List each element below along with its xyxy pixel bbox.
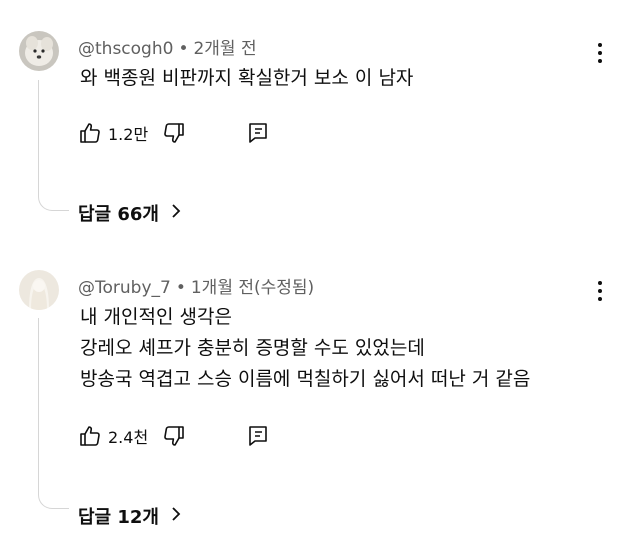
comment-text: 내 개인적인 생각은 강레오 셰프가 충분히 증명할 수도 있었는데 방송국 역… (80, 302, 530, 395)
thumbs-down-icon[interactable] (162, 121, 186, 145)
view-replies-button[interactable]: 답글 66개 (78, 200, 181, 226)
comment-line: 와 백종원 비판까지 확실한거 보소 이 남자 (80, 67, 414, 89)
comment-time[interactable]: 2개월 전 (193, 39, 256, 59)
thumbs-down-icon[interactable] (162, 424, 186, 448)
more-vertical-icon[interactable] (590, 38, 610, 68)
like-count: 1.2만 (108, 125, 149, 144)
comment-actions: 2.4천 (78, 421, 270, 451)
comment-thread: @thscogh0 • 2개월 전 와 백종원 비판까지 확실한거 보소 이 남자 … (0, 0, 640, 258)
thread-line (38, 318, 69, 509)
like-count: 2.4천 (108, 428, 149, 447)
reply-comment-icon[interactable] (246, 121, 270, 145)
comment-time[interactable]: 1개월 전(수정됨) (191, 278, 314, 298)
comment-actions: 1.2만 (78, 118, 270, 148)
thumbs-up-icon[interactable] (78, 424, 102, 448)
thread-line (38, 80, 69, 211)
replies-count: 답글 12개 (78, 507, 159, 528)
reply-comment-icon[interactable] (246, 424, 270, 448)
avatar[interactable] (19, 270, 59, 310)
meta-separator: • (178, 39, 189, 59)
replies-count: 답글 66개 (78, 204, 159, 225)
comment-meta: @thscogh0 • 2개월 전 (78, 34, 257, 59)
thumbs-up-icon[interactable] (78, 121, 102, 145)
meta-separator: • (175, 278, 186, 298)
comment-line: 방송국 역겹고 스승 이름에 먹칠하기 싫어서 떠난 거 같음 (80, 368, 531, 390)
view-replies-button[interactable]: 답글 12개 (78, 503, 181, 529)
comment-line: 강레오 셰프가 충분히 증명할 수도 있었는데 (80, 337, 425, 359)
author-name[interactable]: @thscogh0 (78, 39, 173, 59)
author-name[interactable]: @Toruby_7 (78, 278, 171, 298)
chevron-right-icon (171, 506, 181, 527)
more-vertical-icon[interactable] (590, 276, 610, 306)
comment-thread: @Toruby_7 • 1개월 전(수정됨) 내 개인적인 생각은 강레오 셰프가 … (0, 258, 640, 538)
comment-meta: @Toruby_7 • 1개월 전(수정됨) (78, 273, 314, 298)
chevron-right-icon (171, 203, 181, 224)
comment-line: 내 개인적인 생각은 (80, 306, 232, 328)
avatar[interactable] (19, 31, 59, 71)
comment-text: 와 백종원 비판까지 확실한거 보소 이 남자 (80, 63, 413, 94)
